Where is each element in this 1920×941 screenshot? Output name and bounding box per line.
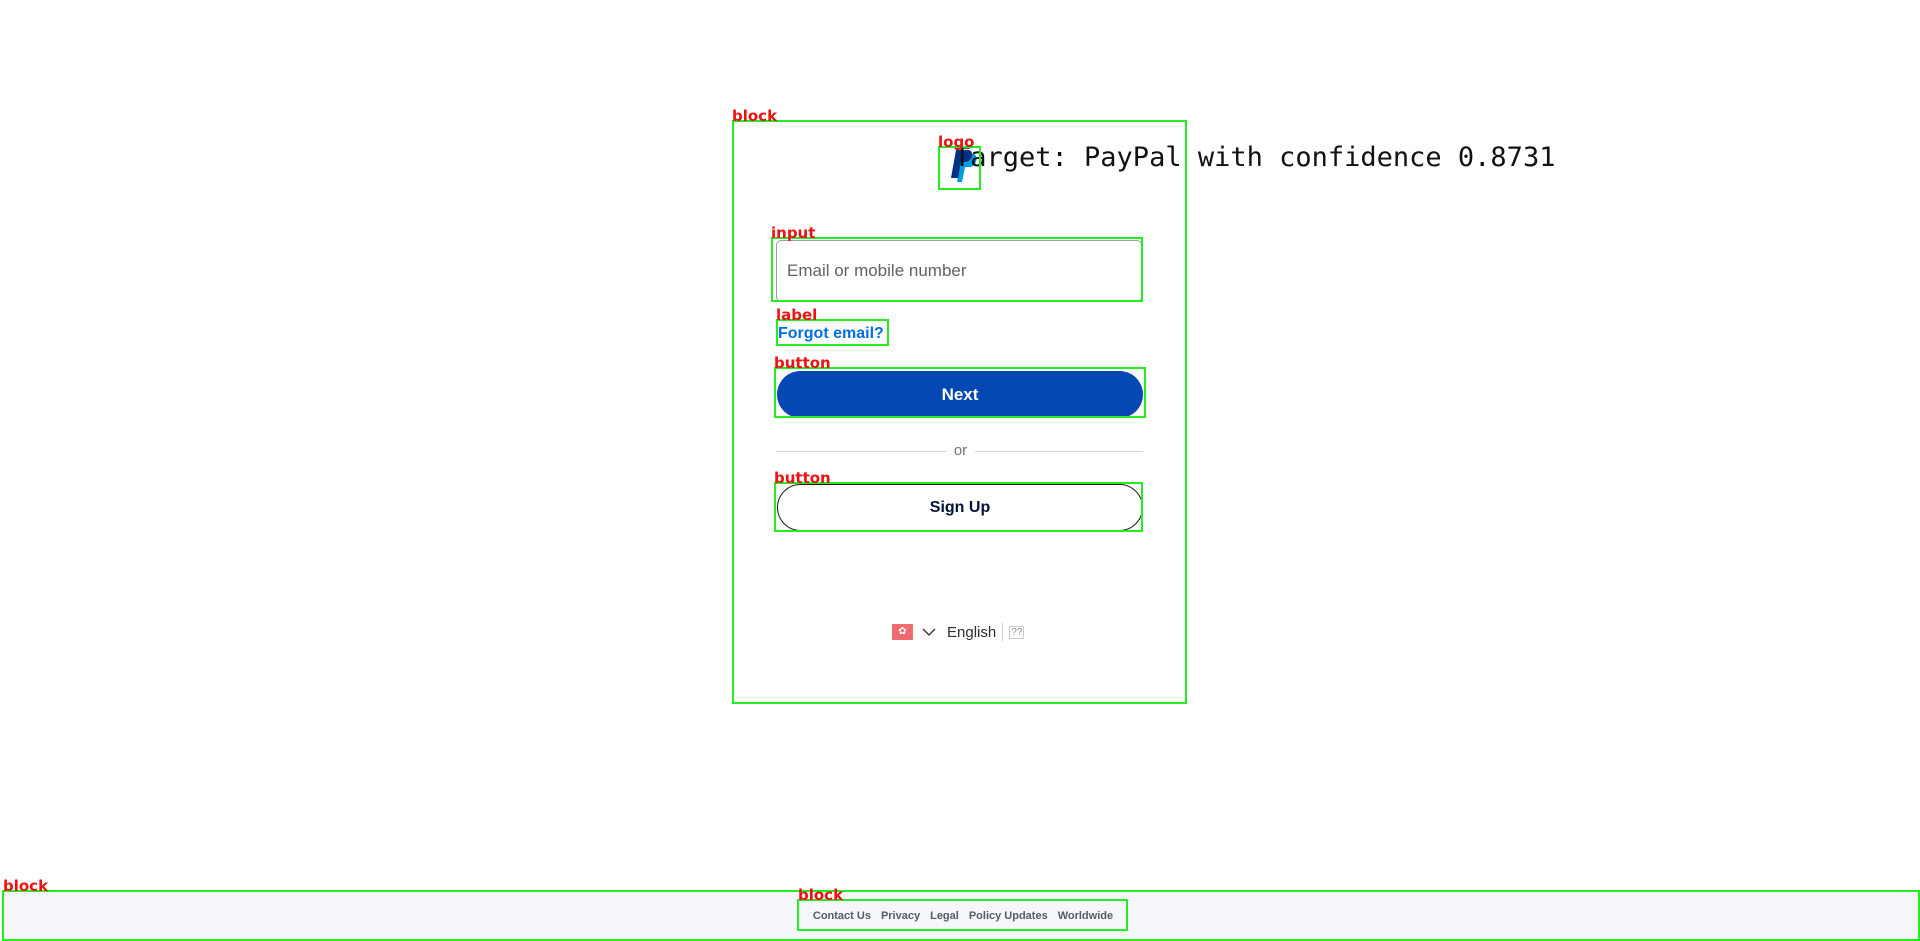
annotation-label-forgot: label bbox=[776, 306, 818, 324]
annotation-label-footer: block bbox=[3, 877, 49, 895]
annotation-label-next: button bbox=[774, 354, 831, 372]
footer-link-privacy[interactable]: Privacy bbox=[881, 910, 920, 922]
forgot-email-link[interactable]: Forgot email? bbox=[778, 324, 884, 344]
email-input[interactable] bbox=[776, 240, 1142, 302]
flag-star-icon: ✿ bbox=[898, 626, 907, 637]
annotation-label-input: input bbox=[771, 224, 816, 242]
annotation-label-footer-links: block bbox=[798, 886, 844, 904]
annotation-label-logo: logo bbox=[938, 133, 975, 151]
language-english[interactable]: English bbox=[947, 624, 996, 641]
footer-link-contact[interactable]: Contact Us bbox=[813, 910, 871, 922]
language-selector[interactable]: ✿ English ?? bbox=[892, 620, 1025, 644]
footer-links: Contact Us Privacy Legal Policy Updates … bbox=[798, 901, 1128, 931]
divider-text: or bbox=[953, 442, 968, 459]
hong-kong-flag-icon[interactable]: ✿ bbox=[892, 624, 913, 640]
signup-button[interactable]: Sign Up bbox=[777, 484, 1143, 531]
language-separator bbox=[1002, 623, 1004, 641]
annotation-label-card: block bbox=[732, 107, 778, 125]
chevron-down-icon[interactable] bbox=[922, 627, 936, 637]
detection-target-text: Target: PayPal with confidence 0.8731 bbox=[954, 142, 1556, 173]
next-button[interactable]: Next bbox=[777, 371, 1143, 418]
language-alternate[interactable]: ?? bbox=[1009, 625, 1025, 639]
footer-link-legal[interactable]: Legal bbox=[930, 910, 959, 922]
footer-link-worldwide[interactable]: Worldwide bbox=[1058, 910, 1113, 922]
annotation-label-signup: button bbox=[774, 469, 831, 487]
footer-link-policy-updates[interactable]: Policy Updates bbox=[969, 910, 1048, 922]
divider-line-left bbox=[776, 451, 946, 452]
divider-line-right bbox=[975, 451, 1143, 452]
